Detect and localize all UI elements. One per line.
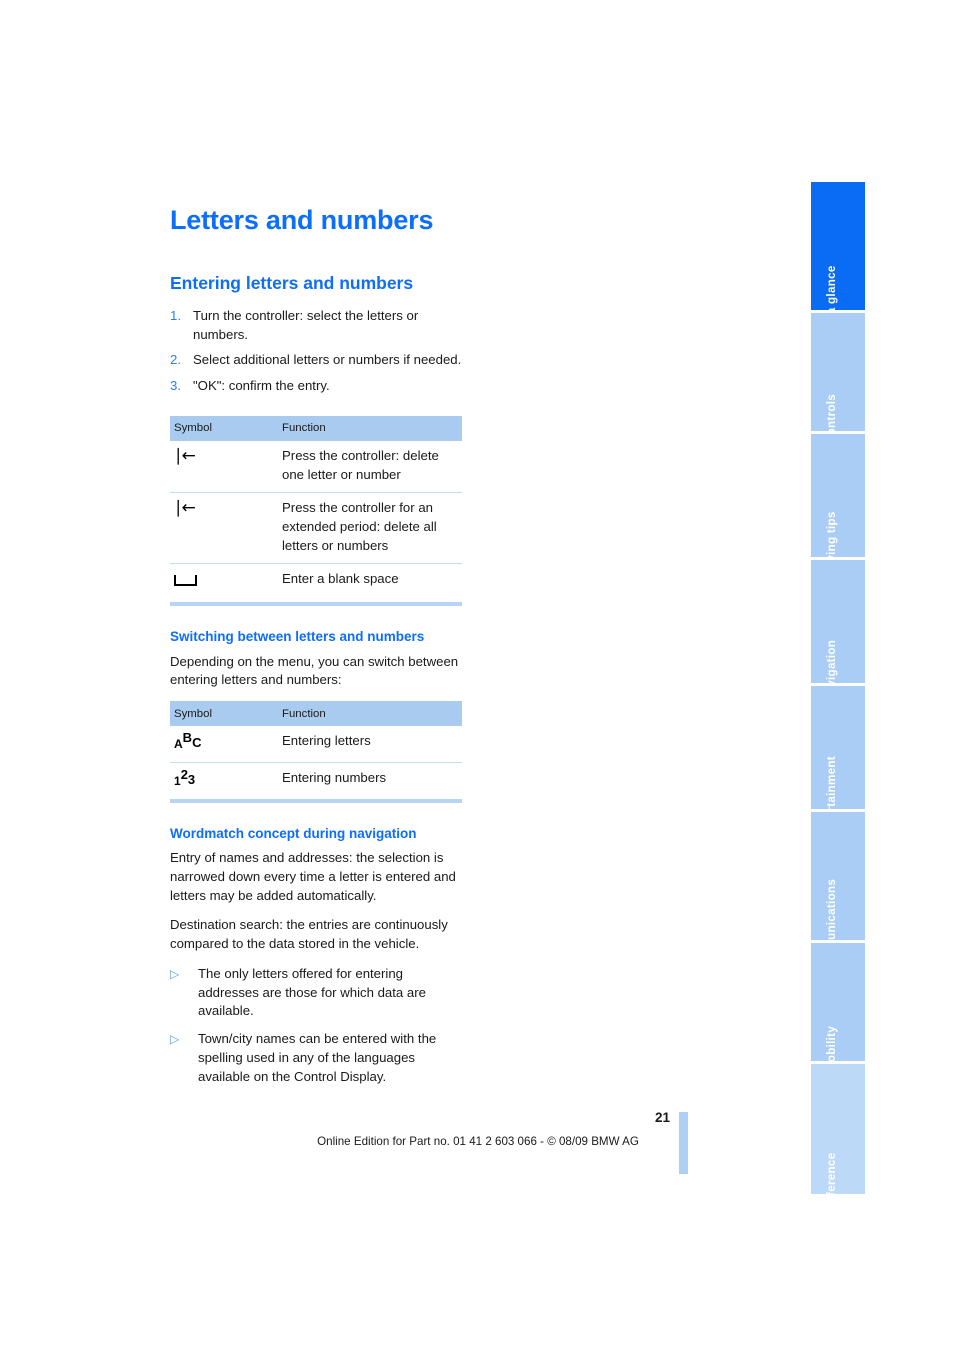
tab-label: Driving tips — [825, 511, 838, 557]
column-header-symbol: Symbol — [170, 415, 278, 441]
list-item: 2. Select additional letters or numbers … — [170, 351, 462, 370]
column-header-symbol: Symbol — [170, 701, 278, 727]
tab-mobility[interactable]: Mobility — [811, 943, 865, 1061]
table-row: ∣← Press the controller: delete one lett… — [170, 440, 462, 494]
section-heading-wordmatch: Wordmatch concept during navigation — [170, 825, 417, 841]
triangle-bullet-icon: ▷ — [170, 966, 180, 981]
page-content: Letters and numbers Entering letters and… — [170, 205, 462, 1095]
abc-letters-icon: ABC — [174, 730, 202, 752]
procedure-list: 1. Turn the controller: select the lette… — [170, 307, 462, 396]
abc-char-c: C — [192, 735, 202, 751]
tab-driving-tips[interactable]: Driving tips — [811, 434, 865, 557]
table-cell-function: Entering letters — [278, 726, 462, 763]
step-text: Turn the controller: select the letters … — [193, 307, 419, 342]
abc-char-b: B — [182, 730, 193, 746]
step-number: 2. — [170, 352, 181, 368]
blank-space-icon — [174, 575, 197, 587]
123-numbers-icon: 123 — [174, 766, 196, 788]
tab-at-a-glance[interactable]: At a glance — [811, 182, 865, 310]
tab-reference[interactable]: Reference — [811, 1064, 865, 1194]
table-cell-symbol: ABC — [170, 726, 278, 763]
tab-navigation[interactable]: Navigation — [811, 560, 865, 683]
wordmatch-paragraph-1: Entry of names and addresses: the select… — [170, 850, 456, 903]
backspace-delete-all-icon: ∣← — [174, 498, 196, 519]
tab-label: Entertainment — [825, 756, 838, 809]
num-char-3: 3 — [187, 771, 196, 787]
tab-label: At a glance — [825, 265, 838, 310]
step-text: "OK": confirm the entry. — [193, 378, 330, 394]
list-item: 1. Turn the controller: select the lette… — [170, 307, 462, 344]
page-number: 21 — [654, 1110, 670, 1125]
step-number: 3. — [170, 378, 181, 394]
column-header-function: Function — [278, 415, 462, 441]
backspace-delete-one-icon: ∣← — [174, 445, 196, 466]
tab-label: Mobility — [825, 1025, 838, 1061]
list-item: ▷ The only letters offered for entering … — [170, 965, 462, 1021]
tab-label: Navigation — [825, 639, 838, 683]
num-char-2: 2 — [180, 766, 188, 782]
table-cell-symbol: ∣← — [170, 492, 278, 565]
bullet-text: The only letters offered for entering ad… — [198, 965, 426, 1019]
wordmatch-paragraph-2: Destination search: the entries are cont… — [170, 917, 448, 952]
footer-edge-marker — [679, 1112, 688, 1174]
table-cell-function: Entering numbers — [282, 769, 387, 785]
chapter-tab-rail: At a glance Controls Driving tips Naviga… — [811, 182, 865, 1197]
table-cell-function: Press the controller: delete one letter … — [278, 440, 462, 494]
section-heading-entering: Entering letters and numbers — [170, 273, 414, 294]
wordmatch-bullet-list: ▷ The only letters offered for entering … — [170, 965, 462, 1086]
table-row: ABC Entering letters — [170, 726, 462, 763]
tab-label: Controls — [825, 393, 838, 431]
step-text: Select additional letters or numbers if … — [193, 352, 462, 368]
list-item: ▷ Town/city names can be entered with th… — [170, 1030, 462, 1086]
table-row: Enter a blank space — [170, 564, 462, 604]
tab-label: Communications — [825, 878, 838, 940]
tab-controls[interactable]: Controls — [811, 313, 865, 431]
table-cell-symbol: 123 — [170, 762, 278, 800]
tab-communications[interactable]: Communications — [811, 812, 865, 940]
table-cell-symbol — [170, 564, 278, 604]
column-header-function: Function — [278, 701, 462, 727]
table-header-row: Symbol Function — [170, 701, 462, 727]
table-cell-symbol: ∣← — [170, 440, 278, 494]
abc-char-a: A — [174, 737, 183, 752]
page-title: Letters and numbers — [170, 205, 434, 235]
section-heading-switching: Switching between letters and numbers — [170, 629, 425, 645]
switching-paragraph: Depending on the menu, you can switch be… — [170, 653, 459, 688]
table-row: 123 Entering numbers — [170, 762, 462, 800]
table-row: ∣← Press the controller for an extended … — [170, 492, 462, 565]
triangle-bullet-icon: ▷ — [170, 1032, 180, 1047]
footer-edition-note: Online Edition for Part no. 01 41 2 603 … — [317, 1135, 639, 1148]
symbol-function-table-entering: Symbol Function ∣← Press the controller:… — [170, 415, 462, 607]
num-char-1: 1 — [174, 773, 181, 788]
tab-entertainment[interactable]: Entertainment — [811, 686, 865, 809]
table-header-row: Symbol Function — [170, 415, 462, 441]
table-cell-function: Enter a blank space — [282, 571, 399, 587]
bullet-text: Town/city names can be entered with the … — [198, 1031, 437, 1084]
step-number: 1. — [170, 307, 181, 323]
tab-label: Reference — [825, 1152, 838, 1194]
symbol-function-table-switching: Symbol Function ABC Entering letters 123… — [170, 701, 462, 803]
list-item: 3. "OK": confirm the entry. — [170, 377, 462, 396]
table-cell-function: Press the controller for an extended per… — [278, 492, 462, 565]
